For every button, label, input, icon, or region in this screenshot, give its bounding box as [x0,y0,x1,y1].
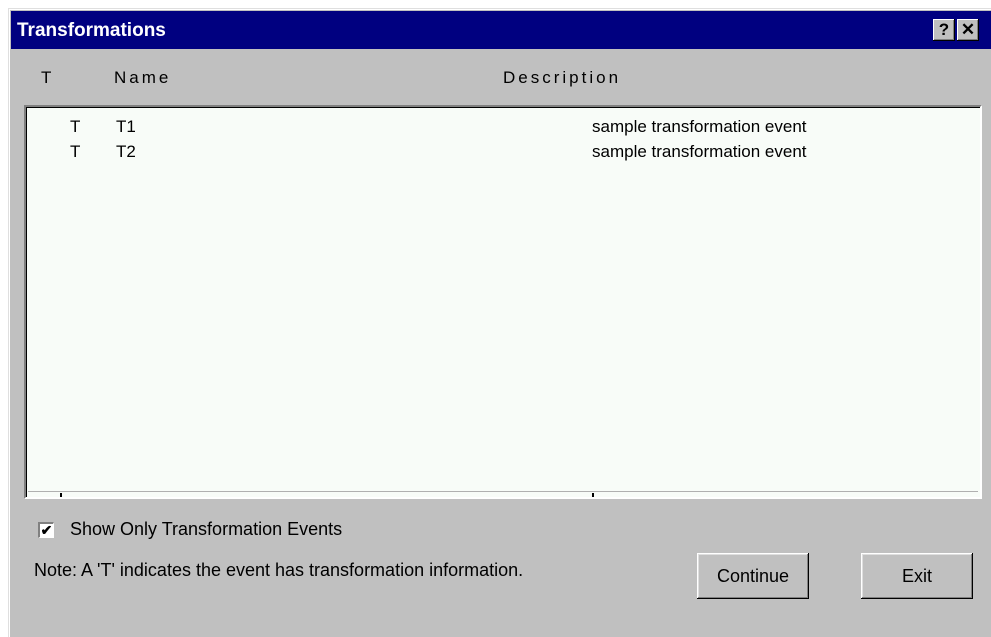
help-button[interactable]: ? [933,19,955,41]
list-item[interactable]: T T2 sample transformation event [26,142,980,166]
note-text: Note: A 'T' indicates the event has tran… [34,560,524,580]
column-header-description[interactable]: Description [503,68,621,88]
column-header-name[interactable]: Name [114,68,171,88]
exit-button[interactable]: Exit [861,553,973,599]
scroll-mark [60,493,62,497]
row-description: sample transformation event [592,117,807,136]
row-name: T2 [116,142,136,161]
transformation-list[interactable]: T T1 sample transformation event T T2 sa… [24,105,982,499]
horizontal-scrollbar[interactable] [28,491,978,497]
column-header-t[interactable]: T [41,68,54,88]
row-description: sample transformation event [592,142,807,161]
transformations-dialog: Transformations ? ✕ T Name Description T… [8,8,991,637]
scroll-mark [592,493,594,497]
row-t-flag: T [70,117,81,136]
close-icon: ✕ [960,20,976,39]
checkbox-label[interactable]: Show Only Transformation Events [70,519,342,540]
show-only-transformation-checkbox[interactable]: ✔ [38,522,54,538]
check-icon: ✔ [40,522,53,538]
dialog-title: Transformations [17,20,166,41]
row-name: T1 [116,117,136,136]
row-t-flag: T [70,142,81,161]
list-item[interactable]: T T1 sample transformation event [26,117,980,141]
title-bar[interactable]: Transformations ? ✕ [11,11,991,49]
close-button[interactable]: ✕ [957,19,979,41]
continue-button[interactable]: Continue [697,553,809,599]
